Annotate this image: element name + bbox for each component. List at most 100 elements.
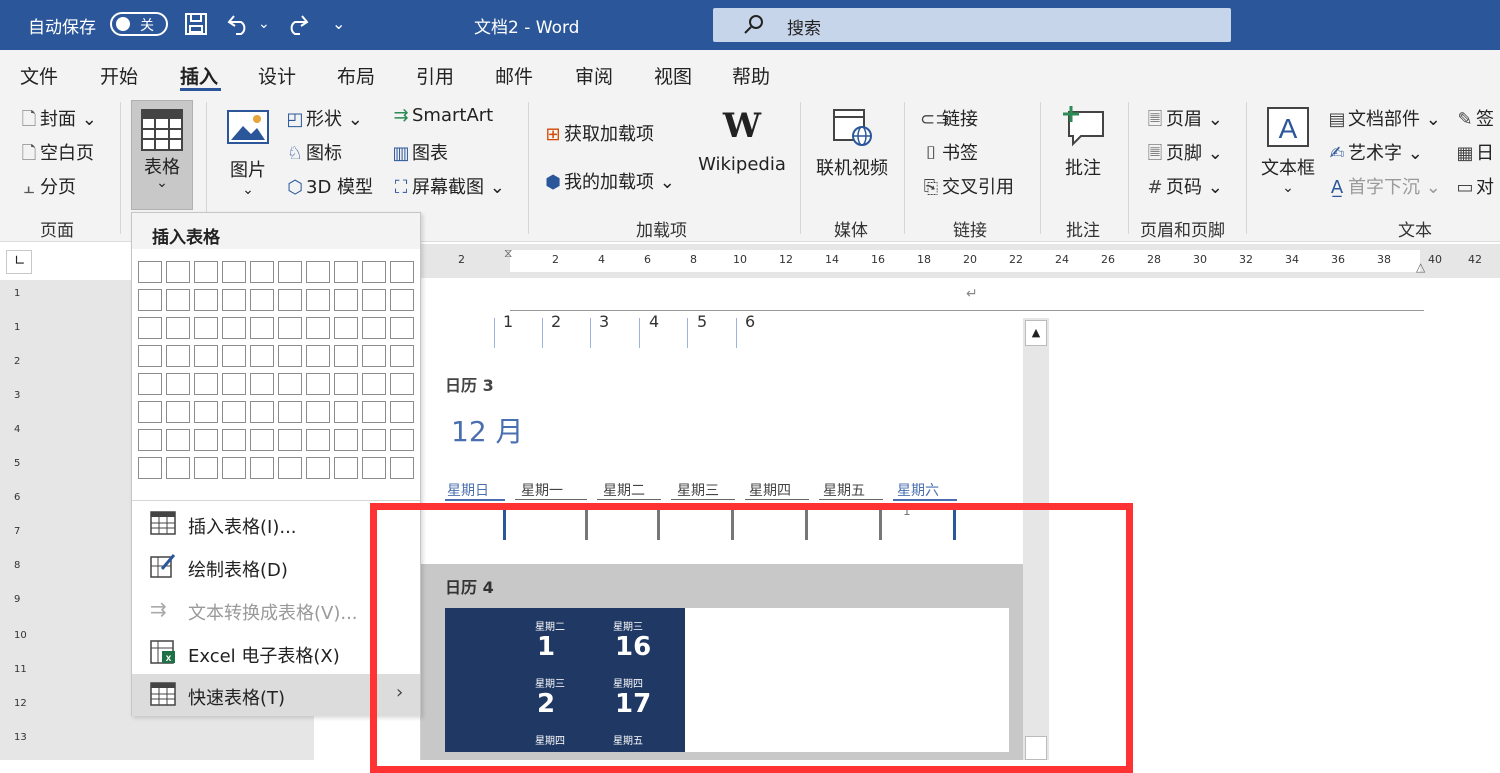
tab-help[interactable]: 帮助 (732, 62, 770, 89)
wordart-button[interactable]: ✍ 艺术字 ⌄ (1326, 139, 1422, 165)
table-grid-cell[interactable] (278, 345, 302, 367)
table-grid-cell[interactable] (222, 289, 246, 311)
online-video-button[interactable]: 联机视频 (812, 108, 892, 180)
table-grid-cell[interactable] (166, 401, 190, 423)
picture-button[interactable]: 图片 ⌄ (222, 106, 274, 198)
undo-icon[interactable] (226, 12, 252, 42)
textbox-button[interactable]: A 文本框 ⌄ (1256, 106, 1320, 196)
table-grid-cell[interactable] (278, 289, 302, 311)
cross-reference-button[interactable]: ⎘ 交叉引用 (920, 173, 1014, 199)
link-button[interactable]: ⊂⊃链接 (920, 105, 978, 131)
3d-model-button[interactable]: ⬡ 3D 模型 (284, 173, 373, 199)
page-number-button[interactable]: # 页码 ⌄ (1144, 173, 1222, 199)
table-grid-cell[interactable] (306, 457, 330, 479)
table-grid-cell[interactable] (138, 429, 162, 451)
table-grid-cell[interactable] (194, 457, 218, 479)
table-grid-cell[interactable] (250, 401, 274, 423)
cover-page-button[interactable]: 🗋 封面 ⌄ (18, 105, 97, 137)
tab-references[interactable]: 引用 (416, 62, 454, 89)
table-grid-cell[interactable] (166, 289, 190, 311)
table-grid-cell[interactable] (138, 401, 162, 423)
table-grid-cell[interactable] (194, 401, 218, 423)
object-button[interactable]: ▭ 对 (1454, 173, 1494, 199)
table-grid-cell[interactable] (138, 317, 162, 339)
drop-cap-button[interactable]: A̲ 首字下沉 ⌄ (1326, 173, 1441, 199)
table-grid-cell[interactable] (390, 401, 414, 423)
table-grid-cell[interactable] (306, 345, 330, 367)
table-grid-cell[interactable] (250, 373, 274, 395)
table-grid-cell[interactable] (306, 261, 330, 283)
wikipedia-button[interactable]: W Wikipedia (696, 104, 788, 175)
icons-button[interactable]: ♘ 图标 (284, 139, 342, 165)
tab-mailings[interactable]: 邮件 (495, 62, 533, 89)
screenshot-button[interactable]: ⛶ 屏幕截图 ⌄ (390, 173, 505, 199)
blank-page-button[interactable]: 🗋 空白页 (18, 139, 94, 171)
table-grid-cell[interactable] (222, 345, 246, 367)
table-grid-cell[interactable] (362, 401, 386, 423)
table-grid-cell[interactable] (166, 345, 190, 367)
table-grid-cell[interactable] (138, 289, 162, 311)
tab-view[interactable]: 视图 (654, 62, 692, 89)
quick-parts-button[interactable]: ▤ 文档部件 ⌄ (1326, 105, 1440, 131)
table-grid-cell[interactable] (306, 401, 330, 423)
table-grid-cell[interactable] (166, 261, 190, 283)
table-grid-cell[interactable] (390, 261, 414, 283)
table-grid-cell[interactable] (138, 457, 162, 479)
table-grid-cell[interactable] (222, 457, 246, 479)
table-grid-cell[interactable] (390, 429, 414, 451)
bookmark-button[interactable]: ⌷ 书签 (920, 139, 978, 165)
my-addins-button[interactable]: ⬢ 我的加载项 ⌄ (542, 168, 675, 194)
table-grid-cell[interactable] (138, 345, 162, 367)
table-grid-cell[interactable] (362, 317, 386, 339)
table-grid-cell[interactable] (278, 373, 302, 395)
table-grid-cell[interactable] (166, 457, 190, 479)
table-grid-cell[interactable] (390, 289, 414, 311)
date-button[interactable]: ▦ 日 (1454, 139, 1494, 165)
table-grid-cell[interactable] (278, 457, 302, 479)
table-grid-cell[interactable] (250, 261, 274, 283)
table-grid-cell[interactable] (334, 317, 358, 339)
table-grid-cell[interactable] (278, 429, 302, 451)
undo-dropdown-icon[interactable]: ⌄ (258, 12, 270, 36)
tab-layout[interactable]: 布局 (337, 62, 375, 89)
table-grid-cell[interactable] (194, 373, 218, 395)
table-grid-cell[interactable] (194, 429, 218, 451)
shapes-button[interactable]: ◰ 形状 ⌄ (284, 105, 362, 131)
table-grid-cell[interactable] (194, 261, 218, 283)
table-grid-cell[interactable] (362, 373, 386, 395)
table-grid-cell[interactable] (334, 429, 358, 451)
right-indent-marker-icon[interactable]: △ (1416, 260, 1425, 274)
signature-button[interactable]: ✎ 签 (1454, 105, 1494, 131)
smartart-button[interactable]: ⇉ SmartArt (390, 105, 493, 126)
table-grid-cell[interactable] (222, 429, 246, 451)
table-grid-cell[interactable] (390, 457, 414, 479)
table-grid-cell[interactable] (362, 289, 386, 311)
table-button[interactable]: 表格 ⌄ (131, 100, 193, 210)
table-grid-cell[interactable] (250, 289, 274, 311)
table-grid-cell[interactable] (362, 261, 386, 283)
table-grid-cell[interactable] (222, 317, 246, 339)
search-box[interactable]: 搜索 (713, 8, 1231, 42)
table-grid-cell[interactable] (390, 373, 414, 395)
tab-home[interactable]: 开始 (100, 62, 138, 89)
table-grid-cell[interactable] (250, 429, 274, 451)
tab-selector[interactable]: ∟ (6, 250, 32, 274)
indent-marker-icon[interactable]: ⧖ (504, 246, 512, 261)
table-grid-cell[interactable] (166, 429, 190, 451)
table-grid-cell[interactable] (334, 401, 358, 423)
autosave-toggle[interactable]: 关 (110, 12, 168, 36)
get-addins-button[interactable]: ⊞ 获取加载项 (542, 120, 654, 146)
table-grid-cell[interactable] (306, 429, 330, 451)
table-grid-cell[interactable] (194, 289, 218, 311)
table-grid-cell[interactable] (166, 373, 190, 395)
chart-button[interactable]: ▥ 图表 (390, 139, 448, 165)
tab-insert[interactable]: 插入 (180, 62, 218, 89)
table-grid-cell[interactable] (138, 373, 162, 395)
table-grid-cell[interactable] (390, 345, 414, 367)
redo-icon[interactable] (284, 12, 310, 42)
scroll-up-icon[interactable]: ▲ (1025, 320, 1047, 346)
table-grid-cell[interactable] (278, 401, 302, 423)
table-grid-cell[interactable] (222, 261, 246, 283)
table-grid-cell[interactable] (334, 373, 358, 395)
table-grid-cell[interactable] (334, 345, 358, 367)
